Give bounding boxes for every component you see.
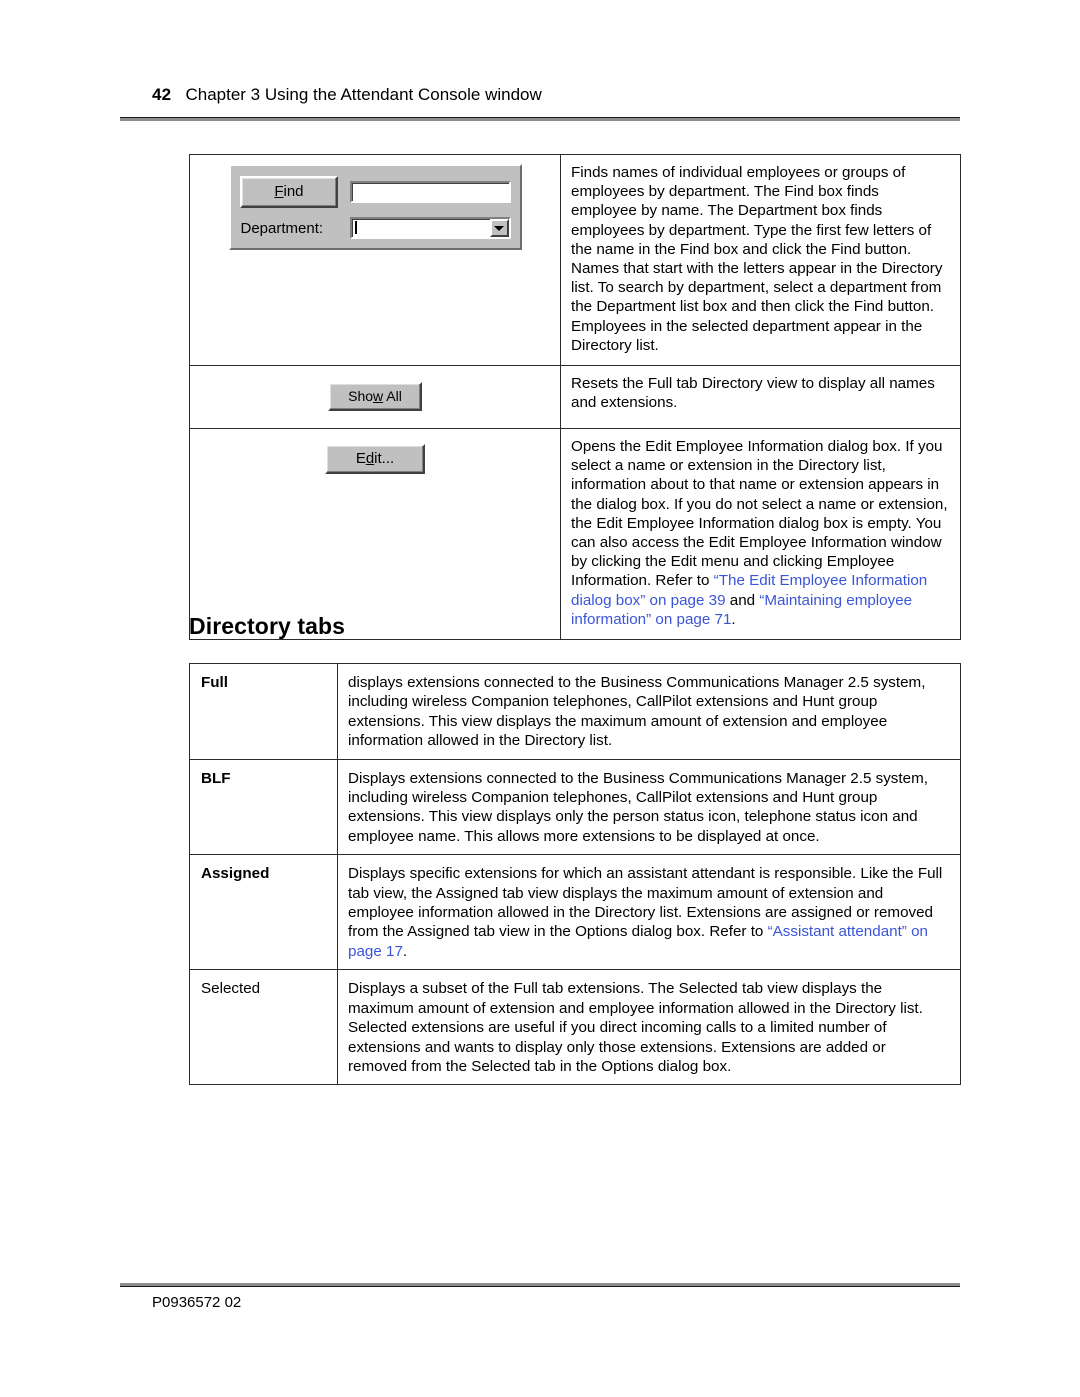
table-row: Show All Resets the Full tab Directory v… [189, 365, 961, 430]
tab-term-full: Full [189, 663, 338, 760]
find-row: Find [239, 176, 511, 208]
header-divider-rule [120, 117, 960, 121]
find-description-cell: Finds names of individual employees or g… [560, 153, 961, 367]
chapter-title: Chapter 3 Using the Attendant Console wi… [185, 85, 542, 104]
table-row: Find Department: Finds names of individu… [189, 153, 961, 367]
show-all-button-wrapper: Show All [200, 375, 550, 417]
footer-divider-rule [120, 1283, 960, 1287]
footer-document-code: P0936572 02 [152, 1294, 242, 1311]
text-caret [355, 221, 358, 234]
tab-term-assigned: Assigned [189, 854, 338, 971]
table-row: Selected Displays a subset of the Full t… [189, 969, 961, 1086]
tab-definition-assigned-cell: Displays specific extensions for which a… [337, 854, 961, 971]
find-button[interactable]: Find [239, 176, 339, 208]
find-button-label-rest: ind [283, 183, 304, 200]
show-all-description-text: Resets the Full tab Directory view to di… [571, 375, 935, 412]
edit-button-wrapper: Edit... [200, 438, 550, 480]
edit-button[interactable]: Edit... [325, 444, 425, 475]
table-row: BLF Displays extensions connected to the… [189, 758, 961, 856]
tab-term-selected: Selected [189, 969, 338, 1086]
edit-description-cell: Opens the Edit Employee Information dial… [560, 428, 961, 641]
find-department-widget-cell: Find Department: [189, 153, 561, 367]
show-all-label-after: All [383, 387, 402, 404]
tab-definition-assigned: Displays specific extensions for which a… [348, 864, 948, 961]
page-header: 42 Chapter 3 Using the Attendant Console… [152, 84, 928, 106]
find-description-text: Finds names of individual employees or g… [571, 164, 943, 354]
find-button-accel-letter: F [274, 183, 284, 200]
find-department-panel: Find Department: [228, 164, 522, 250]
button-reference-table: Find Department: Finds names of individu… [189, 153, 961, 641]
department-row: Department: [240, 217, 511, 239]
edit-description-joiner: and [725, 591, 760, 609]
table-row: Assigned Displays specific extensions fo… [189, 854, 961, 971]
tab-term-blf: BLF [189, 758, 338, 856]
page-number: 42 [152, 85, 172, 104]
show-all-button[interactable]: Show All [328, 381, 422, 411]
chevron-down-icon[interactable] [489, 219, 509, 237]
directory-tabs-table: Full displays extensions connected to th… [189, 663, 961, 1086]
tab-definition-blf-cell: Displays extensions connected to the Bus… [337, 758, 961, 856]
show-all-accel-letter: w [373, 387, 384, 404]
tab-definition-selected-cell: Displays a subset of the Full tab extens… [337, 969, 961, 1086]
edit-description-text: Opens the Edit Employee Information dial… [571, 437, 948, 629]
tab-definition-assigned-tail: . [402, 942, 408, 960]
page-title: Directory tabs [189, 613, 346, 639]
arrow-down-glyph [494, 225, 504, 231]
show-all-widget-cell: Show All [189, 365, 561, 430]
show-all-label-before: Sho [348, 387, 374, 404]
running-head: 42 Chapter 3 Using the Attendant Console… [152, 84, 928, 106]
tab-definition-full: displays extensions connected to the Bus… [348, 674, 926, 750]
table-row: Full displays extensions connected to th… [189, 663, 961, 760]
edit-label-after: it... [374, 450, 395, 468]
table-row: Edit... Opens the Edit Employee Informat… [189, 428, 961, 641]
find-input[interactable] [350, 181, 511, 203]
edit-label-before: E [355, 450, 366, 468]
tab-definition-blf: Displays extensions connected to the Bus… [348, 769, 928, 845]
tab-definition-full-cell: displays extensions connected to the Bus… [337, 663, 961, 760]
edit-accel-letter: d [365, 450, 375, 468]
department-combobox[interactable] [350, 217, 511, 239]
tab-definition-selected: Displays a subset of the Full tab extens… [348, 980, 923, 1075]
department-label: Department: [240, 219, 324, 237]
show-all-description-cell: Resets the Full tab Directory view to di… [560, 365, 961, 430]
edit-description-tail: . [731, 610, 736, 628]
edit-description-plain: Opens the Edit Employee Information dial… [571, 438, 948, 590]
edit-widget-cell: Edit... [189, 428, 561, 641]
